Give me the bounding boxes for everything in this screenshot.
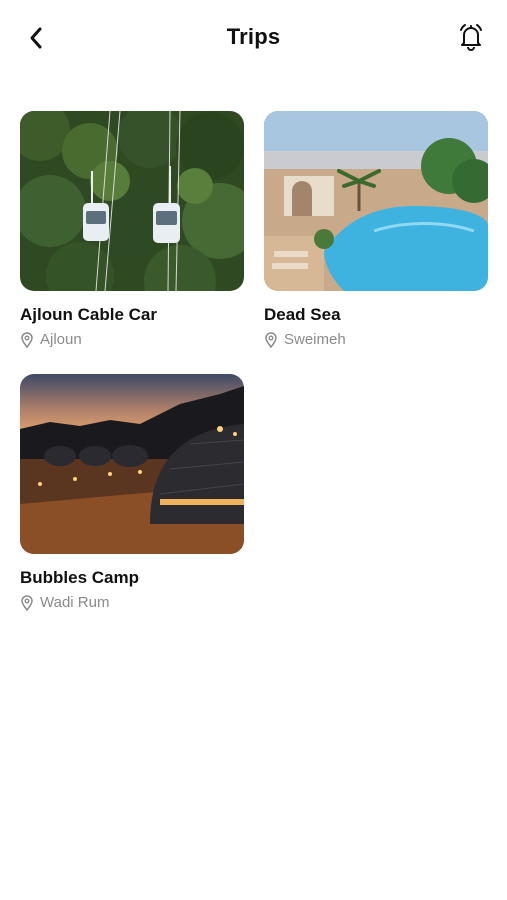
trip-location: Ajloun xyxy=(20,331,244,349)
trip-card[interactable]: Ajloun Cable Car Ajloun xyxy=(20,111,244,349)
trip-name: Ajloun Cable Car xyxy=(20,305,157,324)
app-header: Trips xyxy=(0,0,507,76)
trip-image xyxy=(20,111,244,291)
trip-location-label: Ajloun xyxy=(40,331,82,348)
trip-location: Wadi Rum xyxy=(20,594,244,612)
trip-name: Bubbles Camp xyxy=(20,568,140,587)
trip-image xyxy=(264,111,488,291)
trip-card[interactable]: Bubbles Camp Wadi Rum xyxy=(20,374,244,612)
location-pin-icon xyxy=(20,595,34,611)
trip-location-label: Wadi Rum xyxy=(40,594,110,611)
location-pin-icon xyxy=(20,332,34,348)
page-title: Trips xyxy=(226,24,281,49)
trip-location: Sweimeh xyxy=(264,331,488,349)
bell-icon xyxy=(460,24,482,51)
location-pin-icon xyxy=(264,332,278,348)
trip-card[interactable]: Dead Sea Sweimeh xyxy=(264,111,488,349)
trip-image xyxy=(20,374,244,554)
trip-name: Dead Sea xyxy=(264,305,341,324)
notifications-button[interactable] xyxy=(455,20,487,54)
trip-location-label: Sweimeh xyxy=(284,331,346,348)
